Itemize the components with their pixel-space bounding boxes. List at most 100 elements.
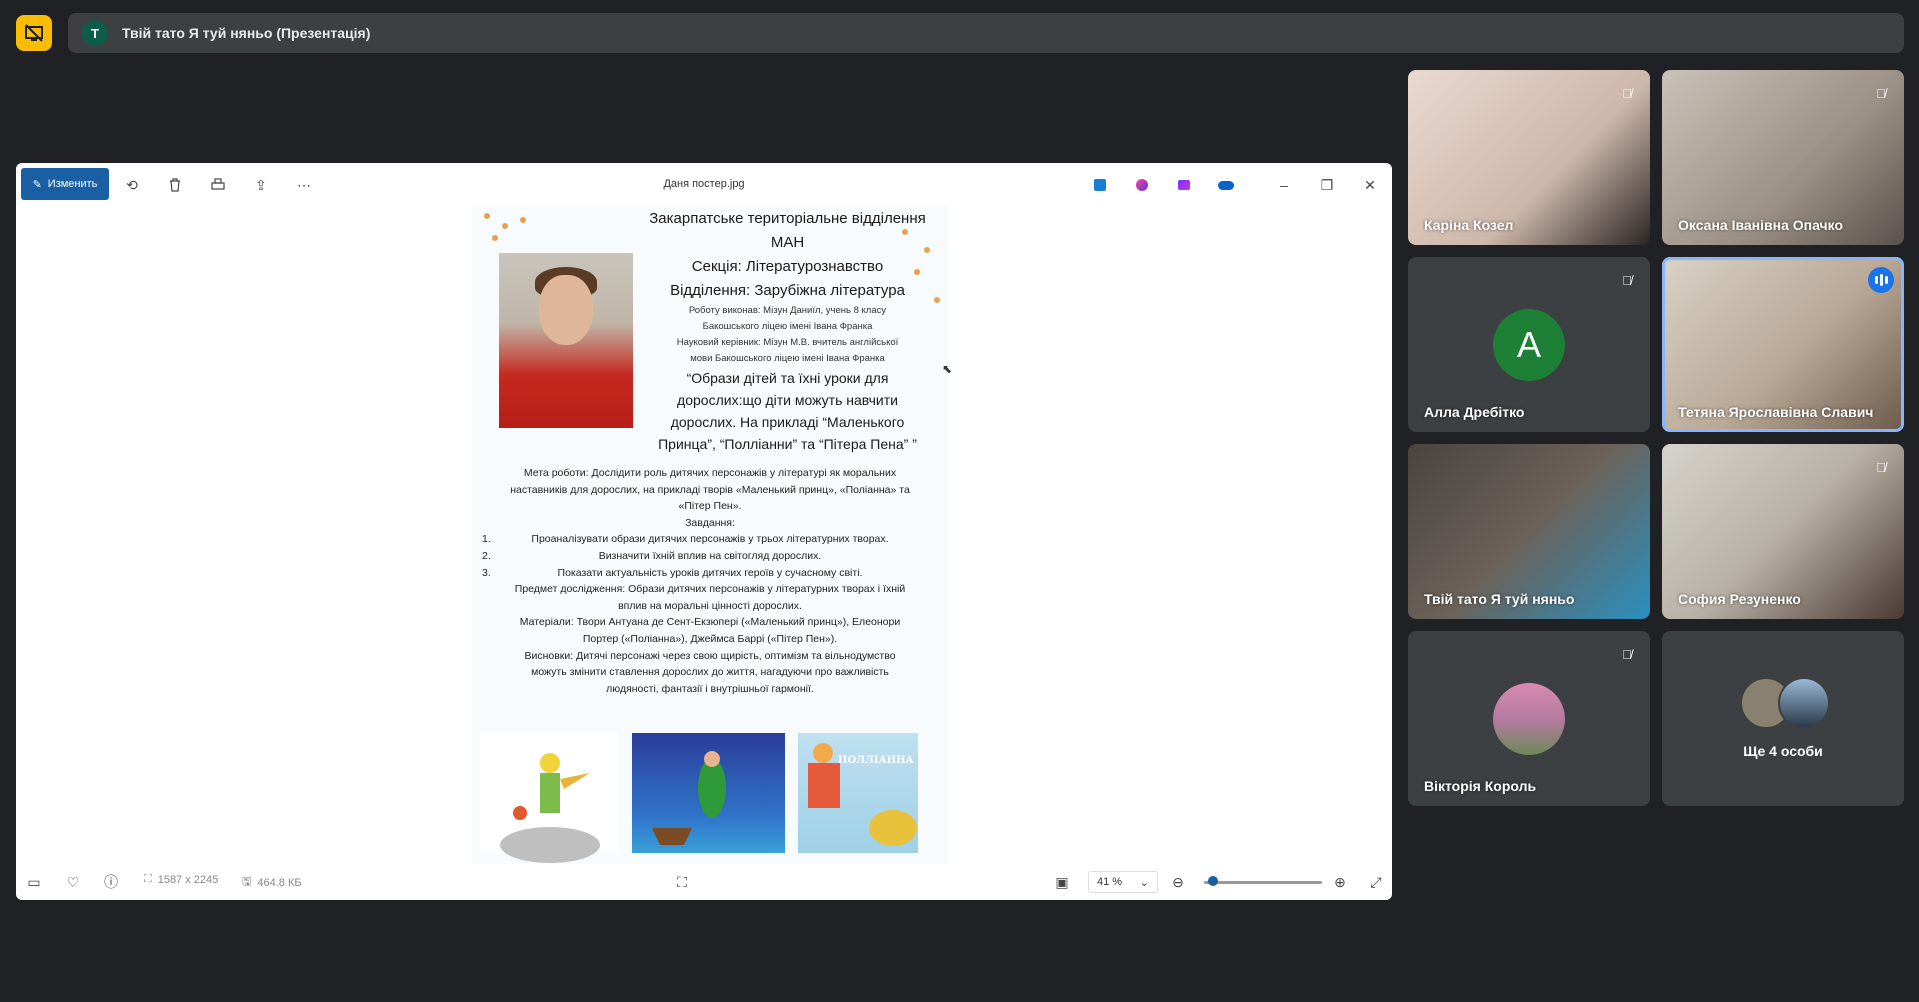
topic-line-2: дорослих:що діти можуть навчити [677,392,898,408]
mic-off-icon: 🎙̸ [1622,272,1632,288]
chevron-down-icon: ⌄ [1139,876,1149,889]
mic-off-icon: 🎙̸ [1622,85,1632,101]
zoom-out-icon[interactable]: ⊖ [1168,872,1188,892]
participant-tile[interactable]: 🎙̸ Оксана Іванівна Опачко [1662,70,1904,245]
subject-line-1: Предмет дослідження: Образи дитячих перс… [514,583,906,596]
file-size: 🖫 464.8 КБ [242,873,302,892]
participant-name: Твій тато Я туй няньо [1424,591,1575,607]
fullscreen-icon[interactable]: ⤢ [1366,872,1386,892]
fit-to-window-icon[interactable]: ⛶ [672,872,692,892]
tasks-title: Завдання: [685,516,735,529]
clipchamp-app-icon[interactable] [1174,175,1194,195]
topic-line-1: “Образи дітей та їхні уроки для [686,370,889,386]
participant-tile[interactable]: 🎙̸ Вікторія Король [1408,631,1650,806]
participant-tile-speaking[interactable]: Тетяна Ярославівна Славич [1662,257,1904,432]
org-line-1: Закарпатське територіальне відділення [649,210,926,227]
screenshot-icon[interactable]: ▣ [1052,872,1072,892]
presenter-avatar: T [82,20,108,46]
author-line-1: Роботу виконав: Мізун Даниїл, учень 8 кл… [688,305,887,316]
pollyanna-book-cover: ПОЛЛІАННА [798,733,918,853]
mouse-cursor: ⬉ [942,362,953,376]
task-3-text: Показати актуальність уроків дитячих гер… [557,566,863,579]
peter-pan-illustration [632,733,785,853]
save-icon: 🖫 [242,876,252,888]
topic-line-3: дорослих. На прикладі “Маленького [670,414,905,430]
org-line-2: МАН [770,234,805,251]
avatar [1493,683,1565,755]
favorite-icon[interactable]: ♡ [63,872,83,892]
task-3: 3. Показати актуальність уроків дитячих г… [472,565,948,582]
task-2-text: Визначити їхній вплив на світогляд дорос… [598,549,822,562]
zoom-slider-knob[interactable] [1208,876,1218,886]
presentation-title: Твій тато Я туй няньо (Презентація) [122,25,371,41]
zoom-in-icon[interactable]: ⊕ [1330,872,1350,892]
decor-dot [492,235,498,241]
goal-line-1: Мета роботи: Дослідити роль дитячих перс… [523,467,897,479]
zoom-value: 41 % [1097,876,1123,888]
participant-name: Тетяна Ярославівна Славич [1678,404,1874,420]
materials-line-1: Матеріали: Твори Антуана де Сент-Екзюпер… [519,616,901,629]
task-1-number: 1. [482,533,491,546]
designer-app-icon[interactable] [1132,175,1152,195]
conclusions-line-3: людяності, фантазії і внутрішньої гармон… [606,682,814,695]
avatar: A [1493,309,1565,381]
topic-line-4: Принца”, “Полліанни” та “Пітера Пена” ” [658,436,917,452]
task-1-text: Проаналізувати образи дитячих персонажів… [531,533,889,546]
decor-dot [520,217,526,223]
participant-tile[interactable]: Твій тато Я туй няньо [1408,444,1650,619]
author-line-2: Бакошського ліцею імені Івана Франка [702,321,873,332]
viewer-toolbar: ✎ Изменить ⟲ ⇪ ⋯ Даня постер.jpg – ❐ ✕ [16,163,1392,207]
department: Відділення: Зарубіжна література [670,282,905,299]
minimize-icon[interactable]: – [1274,175,1294,195]
section: Секція: Літературознавство [691,258,884,275]
poster-header: Закарпатське територіальне відділення МА… [630,207,945,455]
dimensions-icon: ⛶ [144,873,152,885]
conclusions-line-1: Висновки: Дитячі персонажі через свою щи… [524,649,896,662]
photo-viewer-window: ✎ Изменить ⟲ ⇪ ⋯ Даня постер.jpg – ❐ ✕ З… [16,163,1392,900]
decor-dot [484,213,490,219]
mic-off-icon: 🎙̸ [1876,459,1886,475]
little-prince-illustration [480,733,618,863]
onedrive-icon[interactable] [1216,175,1236,195]
task-2-number: 2. [482,549,491,562]
participant-name: Вікторія Король [1424,778,1537,794]
mic-off-icon: 🎙̸ [1876,85,1886,101]
poster-body: Мета роботи: Дослідити роль дитячих перс… [472,465,948,697]
more-participants-label: Ще 4 особи [1743,743,1823,759]
task-1: 1. Проаналізувати образи дитячих персонаж… [472,531,948,548]
materials-line-2: Портер («Поліанна»), Джеймса Баррі («Піт… [582,632,838,645]
info-icon[interactable]: ⓘ [101,872,121,892]
author-photo [499,253,633,428]
stop-presenting-icon[interactable] [16,15,52,51]
viewer-statusbar: ▭ ♡ ⓘ ⛶ 1587 x 2245 🖫 464.8 КБ ⛶ ▣ 41 % ⌄ … [16,864,1392,900]
conclusions-line-2: можуть змінити ставлення дорослих до жит… [531,666,889,679]
participant-name: Алла Дребітко [1424,404,1525,420]
subject-line-2: вплив на моральні цінності дорослих. [618,599,802,612]
participant-tile[interactable]: 🎙̸ A Алла Дребітко [1408,257,1650,432]
goal-line-2: наставників для дорослих, на прикладі тв… [510,483,910,496]
dimensions-value: 1587 x 2245 [157,873,219,886]
decor-dot [502,223,508,229]
task-3-number: 3. [482,566,491,579]
file-size-value: 464.8 КБ [257,876,302,889]
poster-image: Закарпатське територіальне відділення МА… [472,207,948,864]
goal-line-3: «Пітер Пен». [678,500,742,513]
task-2: 2. Визначити їхній вплив на світогляд дор… [472,548,948,565]
zoom-slider[interactable] [1204,881,1322,884]
participant-name: Оксана Іванівна Опачко [1678,217,1844,233]
more-participants-tile[interactable]: Ще 4 особи [1662,631,1904,806]
maximize-icon[interactable]: ❐ [1317,175,1337,195]
supervisor-line-2: мови Бакошського ліцею імені Івана Франк… [690,353,885,364]
speaking-indicator-icon [1868,267,1894,293]
filmstrip-icon[interactable]: ▭ [24,872,44,892]
participant-name: София Резуненко [1678,591,1801,607]
close-icon[interactable]: ✕ [1360,175,1380,195]
avatar [1778,677,1830,729]
image-dimensions: ⛶ 1587 x 2245 [144,873,218,886]
participant-tile[interactable]: 🎙̸ София Резуненко [1662,444,1904,619]
participant-name: Каріна Козел [1424,217,1514,233]
mic-off-icon: 🎙̸ [1622,646,1632,662]
participant-tile[interactable]: 🎙̸ Каріна Козел [1408,70,1650,245]
edit-photo-app-icon[interactable] [1090,175,1110,195]
zoom-select[interactable]: 41 % ⌄ [1088,871,1158,893]
